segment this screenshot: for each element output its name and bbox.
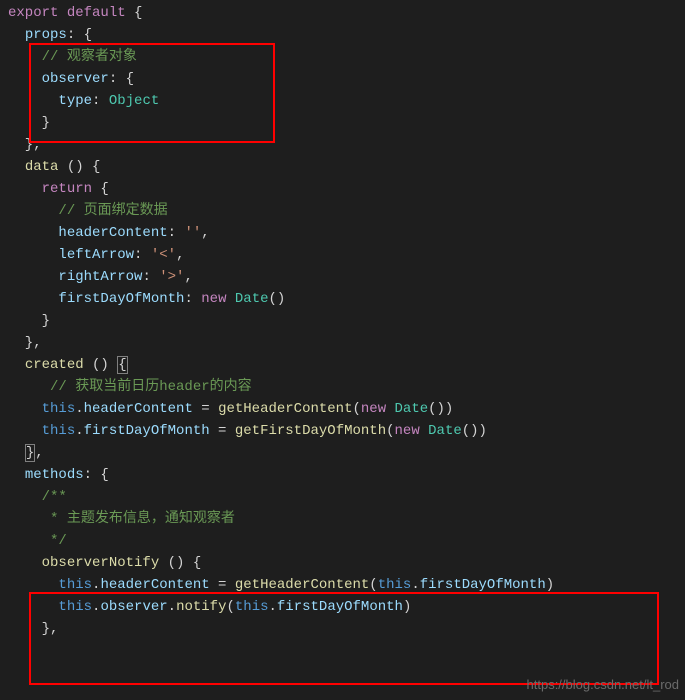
prop-type: type (58, 93, 92, 109)
code-line: created () { (0, 354, 685, 376)
comment: // 页面绑定数据 (58, 203, 167, 219)
string: '<' (151, 247, 176, 263)
code-line: /** (0, 486, 685, 508)
prop-methods: methods (25, 467, 84, 483)
call-notify: notify (176, 599, 226, 615)
code-line: }, (0, 332, 685, 354)
code-line: // 观察者对象 (0, 46, 685, 68)
code-line: */ (0, 530, 685, 552)
prop-headerContent: headerContent (84, 401, 193, 417)
prop-firstDayOfMonth: firstDayOfMonth (84, 423, 210, 439)
string: '>' (159, 269, 184, 285)
code-line: this.headerContent = getHeaderContent(th… (0, 574, 685, 596)
prop-firstDayOfMonth: firstDayOfMonth (277, 599, 403, 615)
code-line: observer: { (0, 68, 685, 90)
code-line: methods: { (0, 464, 685, 486)
type-date: Date (395, 401, 429, 417)
prop-props: props (25, 27, 67, 43)
keyword-this: this (58, 577, 92, 593)
call-getFirstDayOfMonth: getFirstDayOfMonth (235, 423, 386, 439)
keyword-this: this (235, 599, 269, 615)
code-line: } (0, 310, 685, 332)
prop-headerContent: headerContent (100, 577, 209, 593)
keyword-this: this (378, 577, 412, 593)
call-getHeaderContent: getHeaderContent (235, 577, 369, 593)
keyword-this: this (42, 401, 76, 417)
code-line: firstDayOfMonth: new Date() (0, 288, 685, 310)
keyword-new: new (201, 291, 226, 307)
method-data: data (25, 159, 59, 175)
code-line: return { (0, 178, 685, 200)
prop-headerContent: headerContent (58, 225, 167, 241)
call-getHeaderContent: getHeaderContent (218, 401, 352, 417)
code-editor: export default { props: { // 观察者对象 obser… (0, 0, 685, 640)
code-line: // 获取当前日历header的内容 (0, 376, 685, 398)
code-line: this.observer.notify(this.firstDayOfMont… (0, 596, 685, 618)
comment: // 获取当前日历header的内容 (50, 379, 252, 395)
type-date: Date (428, 423, 462, 439)
keyword-this: this (58, 599, 92, 615)
comment: // 观察者对象 (42, 49, 137, 65)
type-object: Object (109, 93, 159, 109)
code-line: this.firstDayOfMonth = getFirstDayOfMont… (0, 420, 685, 442)
prop-leftArrow: leftArrow (58, 247, 134, 263)
code-line: type: Object (0, 90, 685, 112)
code-line: }, (0, 134, 685, 156)
keyword-this: this (42, 423, 76, 439)
doc-comment: * 主题发布信息，通知观察者 (42, 511, 235, 527)
prop-observer: observer (100, 599, 167, 615)
code-line: } (0, 112, 685, 134)
doc-comment: */ (42, 533, 67, 549)
keyword-default: default (67, 5, 126, 21)
doc-comment: /** (42, 489, 67, 505)
code-line: observerNotify () { (0, 552, 685, 574)
prop-observer: observer (42, 71, 109, 87)
method-created: created (25, 357, 84, 373)
code-line: }, (0, 618, 685, 640)
string: '' (184, 225, 201, 241)
code-line: * 主题发布信息，通知观察者 (0, 508, 685, 530)
code-line: data () { (0, 156, 685, 178)
keyword-return: return (42, 181, 92, 197)
keyword-new: new (361, 401, 386, 417)
code-line: rightArrow: '>', (0, 266, 685, 288)
code-line: leftArrow: '<', (0, 244, 685, 266)
keyword-export: export (8, 5, 58, 21)
method-observerNotify: observerNotify (42, 555, 160, 571)
code-line: headerContent: '', (0, 222, 685, 244)
code-line: // 页面绑定数据 (0, 200, 685, 222)
prop-rightArrow: rightArrow (58, 269, 142, 285)
code-line: this.headerContent = getHeaderContent(ne… (0, 398, 685, 420)
code-line: props: { (0, 24, 685, 46)
code-line: export default { (0, 2, 685, 24)
type-date: Date (235, 291, 269, 307)
watermark: https://blog.csdn.net/lt_rod (527, 674, 679, 696)
code-line: }, (0, 442, 685, 464)
prop-firstDayOfMonth: firstDayOfMonth (58, 291, 184, 307)
prop-firstDayOfMonth: firstDayOfMonth (420, 577, 546, 593)
keyword-new: new (395, 423, 420, 439)
